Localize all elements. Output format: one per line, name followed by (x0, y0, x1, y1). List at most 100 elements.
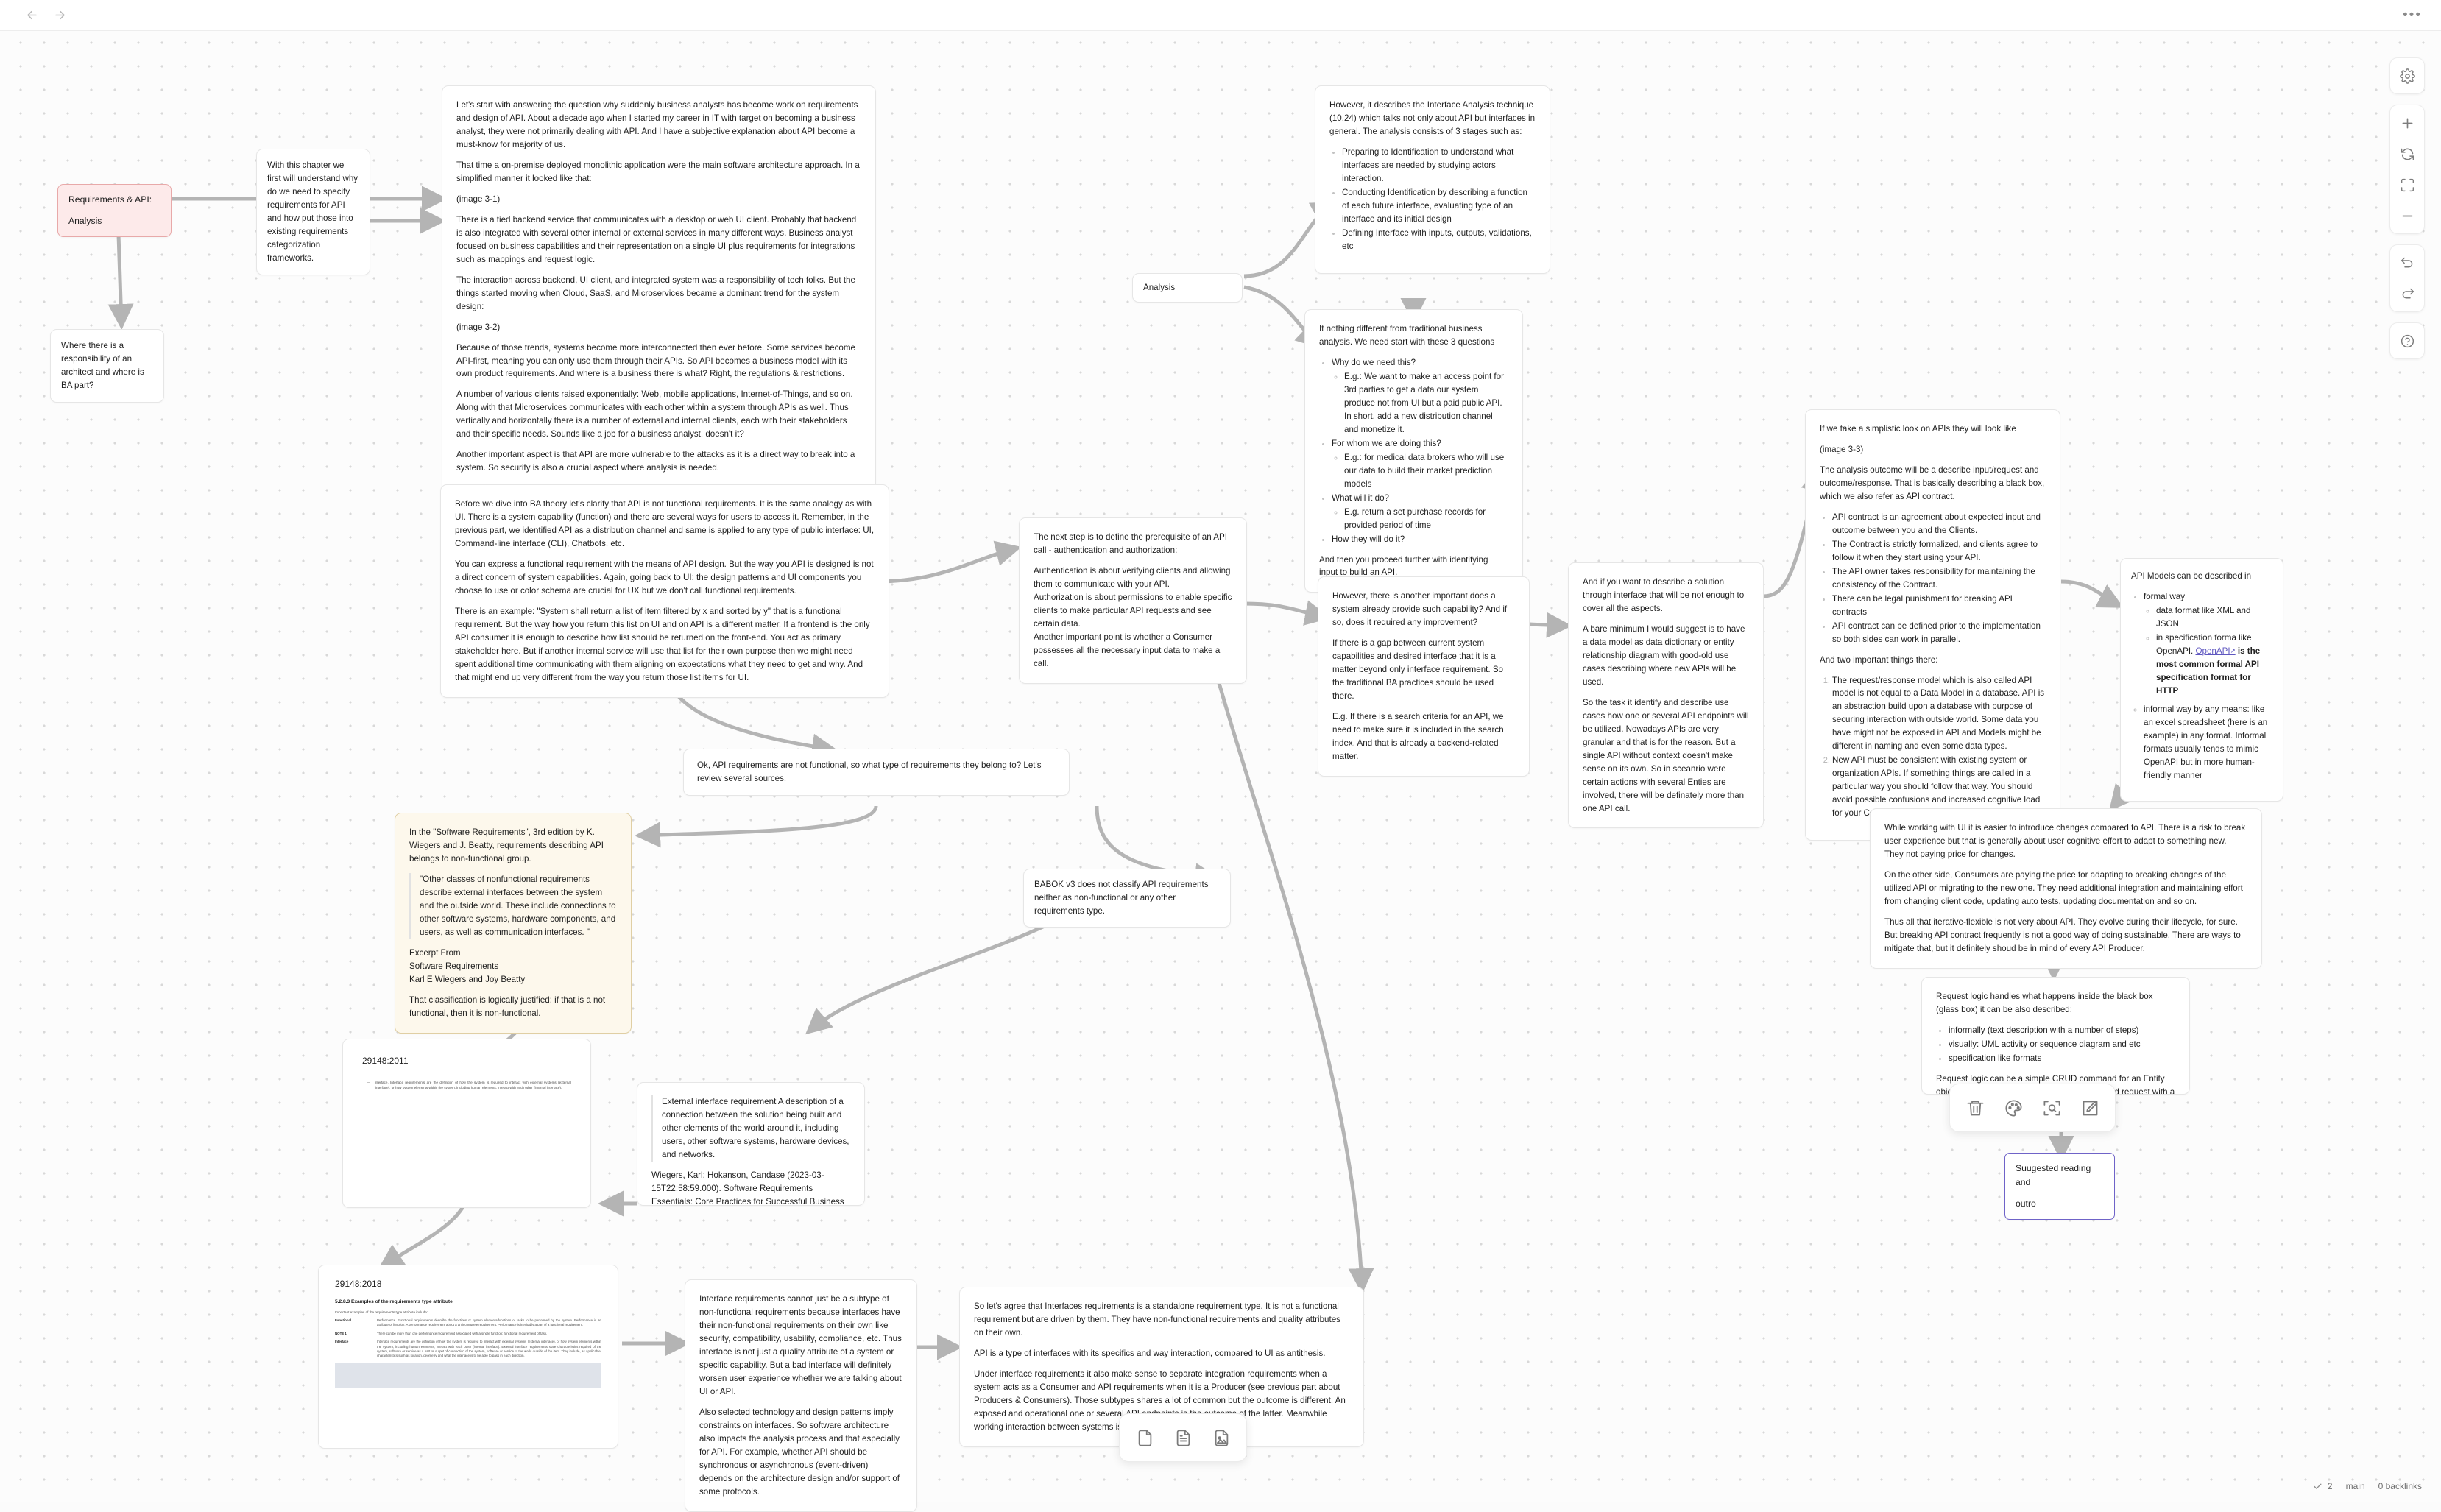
ext-blockquote: External interface requirement A descrip… (651, 1095, 850, 1162)
intro-p9: Another important aspect is that API are… (456, 448, 861, 475)
node-ba-theory[interactable]: Before we dive into BA theory let's clar… (440, 484, 889, 698)
iso2018-highlight-band (335, 1363, 601, 1388)
ac-bullet: The Contract is strictly formalized, and… (1832, 538, 2046, 565)
ac-bullet: API contract is an agreement about expec… (1832, 511, 2046, 537)
right-toolbar-group-zoom (2389, 105, 2425, 234)
node-context-toolbar[interactable] (1949, 1084, 2116, 1132)
intro-p2: That time a on-premise deployed monolith… (456, 159, 861, 186)
wq-book: Software Requirements (409, 960, 617, 973)
node-suggested-reading[interactable]: Suugested reading and outro (2004, 1153, 2115, 1220)
arrow-left-icon[interactable] (19, 4, 44, 27)
edit-square-icon[interactable] (2071, 1089, 2109, 1127)
node-review-sources[interactable]: Ok, API requirements are not functional,… (683, 749, 1070, 796)
right-toolbar (2389, 57, 2425, 370)
refresh-icon[interactable] (2392, 138, 2423, 169)
ac-p3: The analysis outcome will be a describe … (1820, 464, 2046, 504)
node-external-interface[interactable]: External interface requirement A descrip… (637, 1082, 865, 1206)
right-toolbar-group-help (2389, 322, 2425, 359)
create-node-toolbar[interactable] (1119, 1413, 1247, 1462)
check-icon (2313, 1482, 2322, 1491)
node-use-cases[interactable]: And if you want to describe a solution t… (1568, 562, 1764, 828)
node-api-models[interactable]: API Models can be described in formal wa… (2120, 558, 2283, 802)
ba-theory-p3: There is an example: "System shall retur… (455, 605, 875, 685)
ac-p1: If we take a simplistic look on APIs the… (1820, 423, 2046, 436)
rl-bullet: specification like formats (1949, 1052, 2175, 1065)
wq-excerpt-from: Excerpt From (409, 947, 617, 960)
palette-icon[interactable] (1994, 1089, 2032, 1127)
am-informal: informal way by any means: like an excel… (2144, 703, 2272, 783)
sr-line-1: Suugested reading and (2016, 1162, 2104, 1190)
iso2018-row-value: There can be more than one performance r… (377, 1332, 547, 1336)
external-link-icon: ↗ (2230, 647, 2236, 654)
node-gap[interactable]: However, there is another important does… (1318, 576, 1530, 777)
sr-line-2: outro (2016, 1197, 2104, 1211)
gear-icon[interactable] (2392, 60, 2423, 91)
iso2018-row: Interface Interface requirements are the… (335, 1340, 601, 1359)
uva-p3: Thus all that iterative-flexible is not … (1884, 916, 2247, 955)
ba-theory-p2: You can express a functional requirement… (455, 558, 875, 598)
node-three-questions[interactable]: It nothing different from traditional bu… (1304, 309, 1523, 593)
file-image-icon[interactable] (1202, 1419, 1240, 1457)
trash-icon[interactable] (1956, 1089, 1994, 1127)
more-horizontal-icon[interactable]: ••• (2403, 8, 2422, 22)
node-iso-2011[interactable]: 29148:2011 —Interface. Interface require… (342, 1039, 591, 1208)
node-analysis-label[interactable]: Analysis (1132, 273, 1243, 303)
node-interface-subtype[interactable]: Interface requirements cannot just be a … (685, 1279, 917, 1512)
node-title[interactable]: Requirements & API: Analysis (57, 184, 172, 237)
openapi-link[interactable]: OpenAPI↗ (2196, 646, 2236, 656)
dash-glyph: — (367, 1081, 370, 1084)
sync-status[interactable]: 2 (2313, 1481, 2333, 1491)
right-toolbar-group-settings (2389, 57, 2425, 94)
file-text-icon[interactable] (1164, 1419, 1202, 1457)
node-interface-analysis[interactable]: However, it describes the Interface Anal… (1315, 85, 1550, 274)
branch-name[interactable]: main (2346, 1481, 2365, 1491)
ia-bullet: Defining Interface with inputs, outputs,… (1342, 227, 1536, 253)
node-iso-2018[interactable]: 29148:2018 5.2.8.3 Examples of the requi… (318, 1265, 618, 1449)
node-babok[interactable]: BABOK v3 does not classify API requireme… (1023, 869, 1231, 928)
plus-icon[interactable] (2392, 107, 2423, 138)
node-ba-question[interactable]: Where there is a responsibility of an ar… (50, 329, 164, 403)
backlinks-count[interactable]: 0 backlinks (2378, 1481, 2422, 1491)
node-wiegers-quote[interactable]: In the "Software Requirements", 3rd edit… (395, 813, 632, 1034)
wq-blockquote: "Other classes of nonfunctional requirem… (409, 873, 617, 939)
rl-bullet: informally (text description with a numb… (1949, 1024, 2175, 1037)
node-chapter-intro[interactable]: With this chapter we first will understa… (256, 149, 370, 275)
tq-q4: How they will do it? (1332, 533, 1508, 546)
ac-bullet: There can be legal punishment for breaki… (1832, 593, 2046, 619)
tq-q2: For whom we are doing this? (1332, 437, 1508, 451)
node-api-contract[interactable]: If we take a simplistic look on APIs the… (1805, 409, 2060, 841)
intro-p1: Let's start with answering the question … (456, 99, 861, 152)
minus-icon[interactable] (2392, 200, 2423, 231)
statusbar: 2 main 0 backlinks (2313, 1481, 2422, 1491)
uc-p2: A bare minimum I would suggest is to hav… (1583, 623, 1749, 689)
arrow-right-icon[interactable] (47, 4, 72, 27)
ext-quote: External interface requirement A descrip… (662, 1095, 850, 1162)
canvas[interactable]: Requirements & API: Analysis With this c… (0, 0, 2441, 1502)
iso2018-row-key: NOTE 1 (335, 1332, 373, 1336)
node-ui-vs-api[interactable]: While working with UI it is easier to in… (1870, 808, 2262, 969)
st-p2: API is a type of interfaces with its spe… (974, 1347, 1349, 1360)
expand-icon[interactable] (2392, 169, 2423, 200)
tq-q1-example: E.g.: We want to make an access point fo… (1344, 370, 1508, 437)
am-list: formal way data format like XML and JSON… (2131, 590, 2272, 783)
undo-icon[interactable] (2392, 247, 2423, 278)
gap-p1: However, there is another important does… (1332, 590, 1515, 629)
am-formal: formal way (2144, 590, 2272, 604)
redo-icon[interactable] (2392, 278, 2423, 309)
file-icon[interactable] (1126, 1419, 1164, 1457)
title-line-2: Analysis (68, 214, 160, 228)
question-circle-icon[interactable] (2392, 325, 2423, 356)
tq-q3-example: E.g. return a set purchase records for p… (1344, 506, 1508, 532)
wq-p3: That classification is logically justifi… (409, 994, 617, 1020)
ia-bullets: Preparing to Identification to understan… (1329, 146, 1536, 253)
node-prerequisite[interactable]: The next step is to define the prerequis… (1019, 517, 1247, 684)
tq-q3: What will it do? (1332, 492, 1508, 505)
wq-authors: Karl E Wiegers and Joy Beatty (409, 973, 617, 986)
tq-list: Why do we need this? E.g.: We want to ma… (1319, 356, 1508, 546)
node-request-logic[interactable]: Request logic handles what happens insid… (1921, 977, 2190, 1095)
node-title-body: Requirements & API: Analysis (58, 185, 171, 236)
ac-bullet: The API owner takes responsibility for m… (1832, 565, 2046, 592)
ac-bullet: API contract can be defined prior to the… (1832, 620, 2046, 646)
search-frame-icon[interactable] (2032, 1089, 2071, 1127)
uc-p1: And if you want to describe a solution t… (1583, 576, 1749, 615)
